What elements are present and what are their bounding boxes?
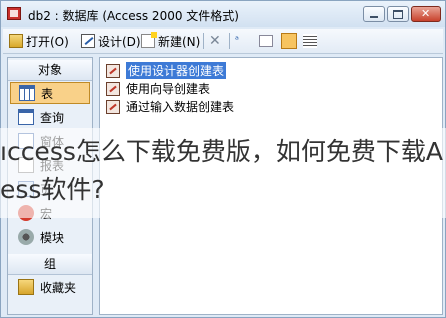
maximize-button[interactable] (387, 6, 409, 22)
list-item-label: 使用设计器创建表 (126, 62, 227, 79)
toolbar-separator (203, 33, 204, 49)
toolbar-separator (229, 33, 230, 49)
new-button[interactable]: 新建(N) (141, 32, 200, 50)
create-table-icon (106, 99, 120, 114)
new-object-icon (141, 32, 157, 48)
close-button[interactable] (411, 6, 441, 22)
design-button[interactable]: 设计(D) (81, 32, 141, 50)
create-table-icon (106, 63, 120, 78)
list-view-button[interactable] (281, 32, 300, 50)
large-icons-button[interactable]: ᵃ (235, 32, 252, 50)
nav-item-label: 表 (41, 86, 54, 101)
small-icons-button[interactable] (259, 32, 276, 50)
folder-open-icon (9, 34, 23, 48)
minimize-button[interactable] (363, 6, 385, 22)
groups-header[interactable]: 组 (8, 254, 92, 275)
nav-item-label: 模块 (40, 230, 65, 245)
toolbar: 打开(O) 设计(D) 新建(N) ✕ ᵃ (3, 29, 443, 54)
overlay-text-line2: ess软件? (0, 175, 105, 204)
objects-header[interactable]: 对象 (8, 60, 92, 81)
open-button[interactable]: 打开(O) (9, 32, 69, 50)
new-label: 新建(N) (158, 34, 201, 49)
overlay-text-line1: ıccess怎么下载免费版，如何免费下载A (0, 137, 443, 166)
details-view-icon (303, 34, 317, 48)
nav-item-modules[interactable]: 模块 (10, 226, 90, 248)
access-app-icon (7, 7, 21, 20)
module-icon (18, 229, 34, 245)
design-label: 设计(D) (98, 34, 141, 49)
list-item-label: 通过输入数据创建表 (126, 100, 235, 114)
watermark-overlay: ıccess怎么下载免费版，如何免费下载A ess软件? (0, 128, 446, 218)
window-title: db2 : 数据库 (Access 2000 文件格式) (28, 9, 239, 23)
nav-item-queries[interactable]: 查询 (10, 106, 90, 128)
list-item[interactable]: 使用设计器创建表 (106, 62, 227, 79)
folder-icon (18, 279, 34, 295)
list-view-icon (281, 33, 297, 49)
nav-item-label: 查询 (40, 110, 65, 125)
list-item-label: 使用向导创建表 (126, 82, 211, 96)
delete-button[interactable]: ✕ (209, 32, 221, 50)
list-item[interactable]: 使用向导创建表 (106, 80, 210, 97)
create-table-icon (106, 81, 120, 96)
table-icon (19, 85, 35, 101)
list-item[interactable]: 通过输入数据创建表 (106, 98, 234, 115)
nav-item-tables[interactable]: 表 (10, 82, 90, 104)
open-label: 打开(O) (26, 34, 69, 49)
large-icons-icon: ᵃ (235, 35, 239, 46)
query-icon (18, 109, 34, 125)
details-view-button[interactable] (303, 32, 320, 50)
title-bar[interactable]: db2 : 数据库 (Access 2000 文件格式) (1, 1, 445, 27)
small-icons-icon (259, 35, 273, 47)
design-icon (81, 34, 95, 48)
nav-item-favorites[interactable]: 收藏夹 (10, 276, 90, 298)
nav-item-label: 收藏夹 (40, 280, 77, 295)
delete-icon: ✕ (209, 33, 221, 49)
